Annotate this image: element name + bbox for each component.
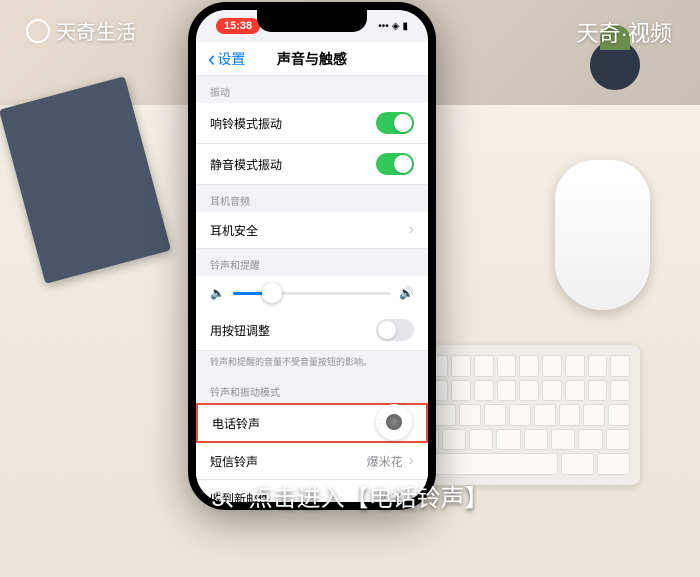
tutorial-caption: 3、点击进入【电话铃声】 [0,478,700,513]
section-header-sounds: 铃声和振动模式 [196,376,428,403]
toggle-ring-vibrate[interactable] [376,112,414,134]
page-title: 声音与触感 [196,49,428,69]
assistive-touch[interactable] [376,404,412,440]
wifi-icon: ◈ [392,21,400,32]
section-header-ringer: 铃声和提醒 [196,249,428,276]
watermark-right: 天奇·视频 [577,16,672,48]
row-label: 用按钮调整 [210,322,270,339]
row-label: 静音模式振动 [210,156,282,173]
section-header-headphone: 耳机音频 [196,185,428,212]
section-header-vibrate: 振动 [196,76,428,103]
mouse-prop [555,160,650,310]
row-label: 电话铃声 [212,415,260,432]
row-volume-slider: 🔈 🔊 [196,276,428,310]
volume-high-icon: 🔊 [399,286,414,300]
row-label: 耳机安全 [210,222,258,239]
notch [257,10,367,32]
volume-low-icon: 🔈 [210,286,225,300]
row-button-adjust[interactable]: 用按钮调整 [196,310,428,351]
status-icons: ••• ◈ ▮ [378,21,408,32]
phone-frame: 15:38 ••• ◈ ▮ 设置 声音与触感 振动 响铃模式振动 静音模式振动 … [188,2,436,510]
phone-screen: 15:38 ••• ◈ ▮ 设置 声音与触感 振动 响铃模式振动 静音模式振动 … [196,10,428,502]
signal-icon: ••• [378,21,389,32]
status-time: 15:38 [216,18,260,34]
row-value: 爆米花 [367,452,414,470]
row-silent-vibrate[interactable]: 静音模式振动 [196,144,428,185]
chevron-icon [407,221,414,239]
nav-bar: 设置 声音与触感 [196,42,428,76]
row-label: 短信铃声 [210,453,258,470]
volume-slider[interactable] [233,292,391,295]
row-headphone-safety[interactable]: 耳机安全 [196,212,428,249]
battery-icon: ▮ [402,21,408,32]
toggle-silent-vibrate[interactable] [376,153,414,175]
watermark-left: 天奇生活 [26,16,136,45]
row-label: 响铃模式振动 [210,115,282,132]
slider-thumb[interactable] [262,283,282,303]
toggle-button-adjust[interactable] [376,319,414,341]
hint-text: 铃声和提醒的音量不受音量按钮的影响。 [196,351,428,376]
row-ring-vibrate[interactable]: 响铃模式振动 [196,103,428,144]
row-sound-1[interactable]: 短信铃声 爆米花 [196,443,428,480]
